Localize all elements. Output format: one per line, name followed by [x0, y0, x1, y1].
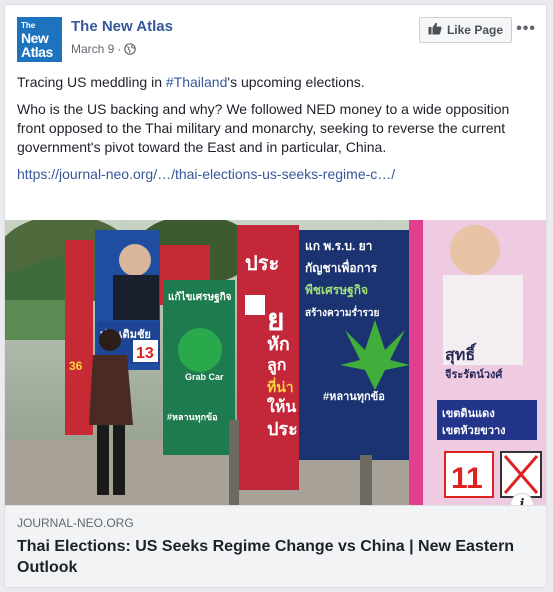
page-avatar[interactable]: The New Atlas [17, 17, 62, 62]
more-options-icon[interactable]: ••• [516, 20, 536, 38]
post-date[interactable]: March 9 [71, 42, 114, 56]
post-text: Tracing US meddling in #Thailand's upcom… [17, 73, 534, 192]
sign-text: จีระรัตน์วงศ์ [444, 368, 503, 381]
post-text-after-hashtag: 's upcoming elections. [227, 74, 365, 90]
sign-text: หัก [267, 334, 290, 354]
avatar-line-1: The [21, 21, 36, 30]
like-page-button[interactable]: Like Page [418, 17, 512, 43]
meta-separator: · [117, 42, 122, 56]
sign-text: #หลานทุกข้อ [167, 412, 218, 423]
link-preview-footer[interactable]: JOURNAL-NEO.ORG Thai Elections: US Seeks… [5, 505, 546, 587]
sign-text: สุทธิ์ [445, 343, 477, 365]
like-page-label: Like Page [446, 23, 503, 37]
sign-text: แก้ไขเศรษฐกิจ [168, 290, 232, 303]
sign-text: ประ [267, 419, 298, 439]
sign-text: เขตดินแดง [442, 407, 495, 420]
sign-text: แก พ.ร.บ. ยา [305, 239, 372, 253]
avatar-line-3: Atlas [21, 44, 53, 60]
hashtag-link[interactable]: #Thailand [166, 74, 228, 90]
sign-text: สร้างความร่ำรวย [305, 305, 379, 319]
sign-text: ให้น [267, 397, 296, 416]
post-header: The New Atlas The New Atlas March 9 · Li… [17, 17, 536, 65]
globe-icon[interactable] [124, 43, 137, 55]
post-meta: March 9 · [71, 42, 137, 56]
sign-text: Grab Car [185, 372, 224, 382]
svg-text:36: 36 [69, 359, 83, 373]
sign-text: #หลานทุกข้อ [323, 390, 385, 404]
link-preview-image[interactable]: 36 ประเดิมชัย 13 แก้ไขเศรษฐกิจ Grab Car … [5, 220, 546, 505]
sign-text: ประ [245, 253, 279, 275]
sign-text: ที่น่า [267, 377, 294, 395]
thumbs-up-icon [428, 22, 442, 38]
page-name-link[interactable]: The New Atlas [71, 18, 173, 35]
post-url-paragraph: https://journal-neo.org/…/thai-elections… [17, 165, 534, 184]
link-title[interactable]: Thai Elections: US Seeks Regime Change v… [17, 536, 534, 578]
post-card: The New Atlas The New Atlas March 9 · Li… [4, 4, 547, 588]
sign-text: 13 [136, 345, 154, 362]
sign-text: 11 [451, 462, 483, 495]
sign-text: เขตห้วยขวาง [442, 424, 506, 437]
link-domain: JOURNAL-NEO.ORG [17, 516, 134, 530]
avatar-line-2: New [21, 30, 49, 46]
sign-text: ย [267, 304, 285, 337]
sign-text: กัญชาเพื่อการ [305, 259, 378, 275]
sign-text: ลูก [267, 357, 287, 376]
post-text-before-hashtag: Tracing US meddling in [17, 74, 166, 90]
sign-text: พืชเศรษฐกิจ [305, 283, 368, 298]
post-url-link[interactable]: https://journal-neo.org/…/thai-elections… [17, 166, 395, 182]
post-paragraph-2: Who is the US backing and why? We follow… [17, 101, 510, 155]
post-paragraph-1: Tracing US meddling in #Thailand's upcom… [17, 73, 534, 92]
